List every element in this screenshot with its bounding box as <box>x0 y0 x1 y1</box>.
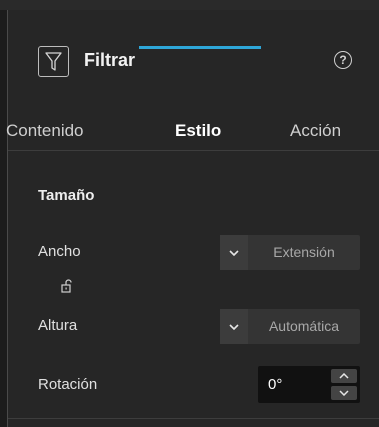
section-title-size: Tamaño <box>38 187 95 204</box>
width-select[interactable]: Extensión <box>220 235 360 270</box>
chevron-down-icon <box>220 309 248 344</box>
panel-header: Filtrar ? <box>8 38 379 78</box>
height-select-value: Automática <box>268 318 340 334</box>
left-strip <box>0 10 7 427</box>
stepper-buttons <box>331 369 357 400</box>
tab-accion[interactable]: Acción <box>290 121 341 141</box>
divider <box>8 418 379 419</box>
height-label: Altura <box>38 317 78 334</box>
top-bar <box>0 0 379 10</box>
chevron-down-icon <box>220 235 248 270</box>
tab-estilo[interactable]: Estilo <box>175 121 221 141</box>
height-select[interactable]: Automática <box>220 309 360 344</box>
chevron-up-icon[interactable] <box>331 369 357 383</box>
filter-icon <box>38 46 69 77</box>
tab-contenido[interactable]: Contenido <box>6 121 84 141</box>
rotation-value[interactable]: 0° <box>268 366 282 403</box>
chevron-down-icon[interactable] <box>331 386 357 400</box>
width-label: Ancho <box>38 243 81 260</box>
rotation-stepper[interactable]: 0° <box>258 366 360 403</box>
panel-title: Filtrar <box>84 50 136 70</box>
width-select-value: Extensión <box>273 244 335 260</box>
filter-panel: Filtrar ? Contenido Estilo Acción Tamaño… <box>6 10 379 427</box>
unlock-icon[interactable] <box>60 279 74 293</box>
help-icon[interactable]: ? <box>334 51 352 69</box>
divider <box>8 150 379 151</box>
rotation-label: Rotación <box>38 376 98 393</box>
active-tab-indicator <box>139 46 261 49</box>
